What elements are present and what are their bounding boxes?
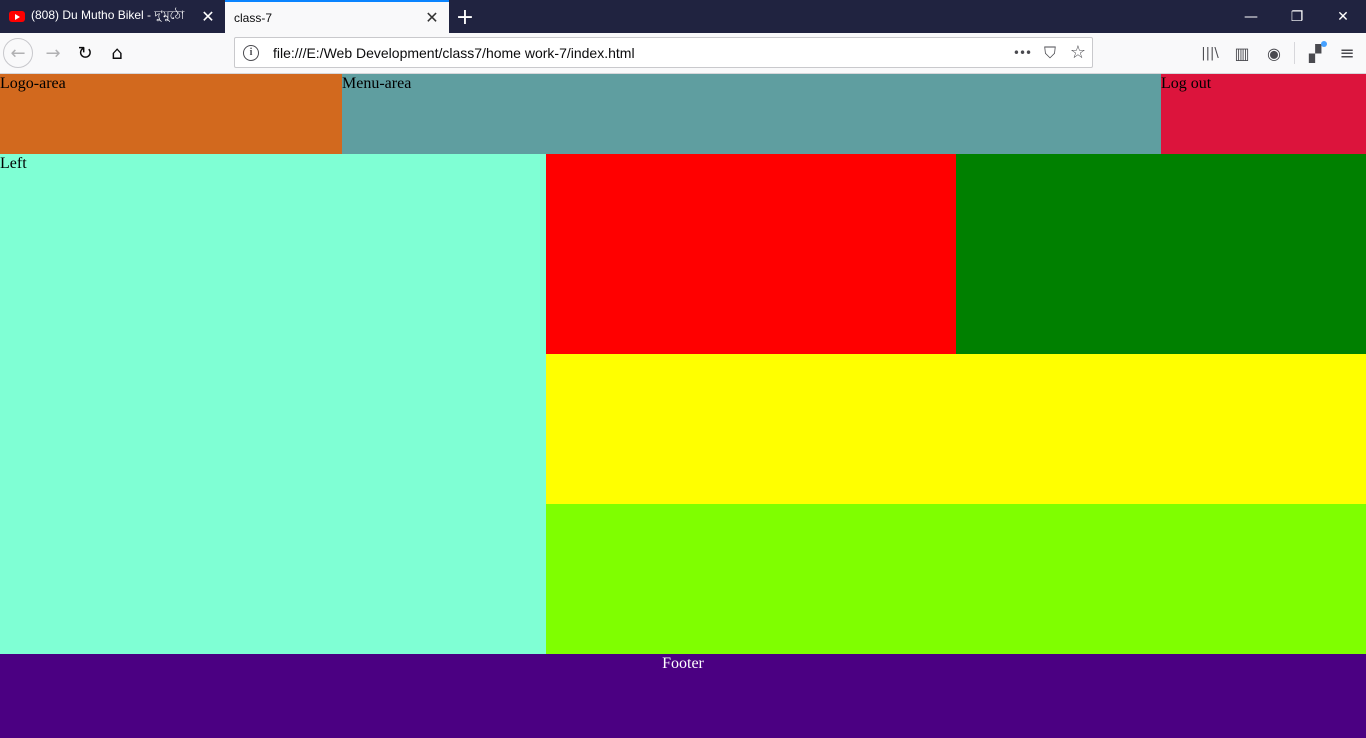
green-box [956, 154, 1366, 354]
page-actions-icon[interactable]: ••• [1008, 39, 1036, 67]
logout-label[interactable]: Log out [1161, 74, 1211, 94]
notification-dot [1321, 41, 1327, 47]
new-tab-button[interactable]: + [452, 4, 478, 30]
navigation-toolbar: ← → ↻ ⌂ i file:///E:/Web Development/cla… [0, 33, 1366, 74]
library-icon[interactable]: |||\ [1196, 39, 1224, 67]
tab-title: class-7 [234, 10, 273, 25]
logo-area: Logo-area [0, 74, 342, 154]
close-tab-icon[interactable]: ✕ [420, 6, 444, 30]
tab-title: (808) Du Mutho Bikel - দু'মুঠো [31, 7, 185, 22]
window-close-button[interactable]: ✕ [1320, 0, 1366, 33]
minimize-button[interactable]: — [1228, 0, 1274, 33]
red-box [546, 154, 956, 354]
footer: Footer [0, 654, 1366, 738]
tab-class-7[interactable]: class-7 ✕ [225, 0, 449, 33]
back-arrow-icon[interactable]: ← [3, 38, 33, 68]
footer-label: Footer [662, 655, 704, 672]
pocket-icon[interactable]: ⛉ [1036, 39, 1064, 67]
left-label: Left [0, 155, 27, 172]
yellow-box [546, 354, 1366, 504]
url-text[interactable]: file:///E:/Web Development/class7/home w… [273, 45, 1008, 61]
address-bar[interactable]: i file:///E:/Web Development/class7/home… [234, 37, 1093, 68]
site-info-icon[interactable]: i [243, 44, 259, 61]
page-content: Logo-area Menu-area Log out Left Footer [0, 74, 1366, 738]
forward-arrow-icon[interactable]: → [38, 38, 68, 68]
home-icon[interactable]: ⌂ [102, 38, 132, 68]
toolbar-divider [1294, 42, 1295, 64]
youtube-icon [9, 11, 25, 22]
menu-area: Menu-area [342, 74, 1161, 154]
logo-area-label: Logo-area [0, 75, 66, 92]
logout-area[interactable]: Log out [1161, 74, 1366, 154]
reload-icon[interactable]: ↻ [70, 38, 100, 68]
lime-box [546, 504, 1366, 654]
tab-youtube[interactable]: (808) Du Mutho Bikel - দু'মুঠো ✕ [0, 0, 225, 33]
hamburger-menu-icon[interactable]: ≡ [1333, 39, 1361, 67]
menu-area-label: Menu-area [342, 75, 412, 92]
tab-strip: (808) Du Mutho Bikel - দু'মুঠো ✕ class-7… [0, 0, 1366, 33]
bookmark-star-icon[interactable]: ☆ [1064, 39, 1092, 67]
left-column: Left [0, 154, 546, 654]
restore-button[interactable]: ❐ [1274, 0, 1320, 33]
sidebar-icon[interactable]: ▥ [1228, 39, 1256, 67]
account-icon[interactable]: ◉ [1260, 39, 1288, 67]
extensions-icon[interactable]: ▞ [1301, 39, 1329, 67]
close-tab-icon[interactable]: ✕ [196, 5, 220, 29]
extensions-glyph: ▞ [1308, 43, 1322, 63]
